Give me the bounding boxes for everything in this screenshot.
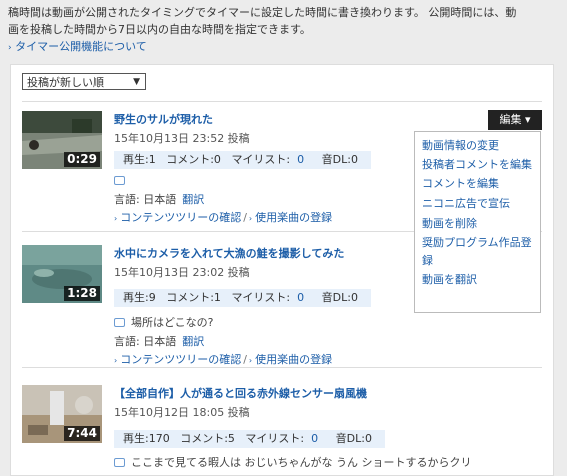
video-thumbnail[interactable]: 0:29 xyxy=(22,111,102,169)
menu-item-edit-info[interactable]: 動画情報の変更 xyxy=(422,136,535,156)
divider xyxy=(22,101,542,102)
language-label: 言語: 日本語 xyxy=(114,335,177,348)
download-count: 音DL:0 xyxy=(321,153,358,166)
slash-separator: / xyxy=(243,353,247,366)
download-count: 音DL:0 xyxy=(321,291,358,304)
translate-link[interactable]: 翻訳 xyxy=(182,335,204,348)
language-row: 言語: 日本語 翻訳 xyxy=(114,191,204,207)
video-thumbnail[interactable]: 1:28 xyxy=(22,245,102,303)
language-label: 言語: 日本語 xyxy=(114,193,177,206)
comment-icon xyxy=(114,317,125,327)
view-count: 再生:1 xyxy=(123,153,156,166)
menu-item-edit-comments[interactable]: コメントを編集 xyxy=(422,174,535,194)
post-date: 15年10月13日 23:52 投稿 xyxy=(114,132,250,145)
menu-item-translate-video[interactable]: 動画を翻訳 xyxy=(422,270,535,290)
video-title-link[interactable]: 【全部自作】人が通ると回る赤外線センサー扇風機 xyxy=(114,385,367,401)
comment-icon xyxy=(114,457,125,467)
mylist-count[interactable]: 0 xyxy=(297,153,304,166)
comment-count: コメント:5 xyxy=(180,432,235,445)
timer-notice: 稿時間は動画が公開されたタイミングでタイマーに設定した時間に書き換わります。 公… xyxy=(8,4,558,57)
post-date: 15年10月13日 23:02 投稿 xyxy=(114,266,250,279)
edit-button[interactable]: 編集 ▾ xyxy=(488,110,542,130)
chevron-right-icon: › xyxy=(8,43,12,53)
comment-count: コメント:0 xyxy=(166,153,221,166)
mylist-count[interactable]: 0 xyxy=(311,432,318,445)
sort-select[interactable]: 投稿が新しい順 ▼ xyxy=(22,73,146,90)
latest-comment: ここまで見てる暇人は おじいちゃんがな うん ショートするからクリ xyxy=(114,454,472,470)
edit-menu: 動画情報の変更 投稿者コメントを編集 コメントを編集 ニコニ広告で宣伝 動画を削… xyxy=(414,131,541,313)
latest-comment: 場所はどこなの? xyxy=(114,314,214,330)
mylist-label: マイリスト: xyxy=(231,153,291,166)
duration-badge: 1:28 xyxy=(64,286,100,301)
video-stats: 再生:9 コメント:1 マイリスト: 0 音DL:0 xyxy=(114,289,371,307)
latest-comment xyxy=(114,174,131,187)
comment-count: コメント:1 xyxy=(166,291,221,304)
mylist-count[interactable]: 0 xyxy=(297,291,304,304)
translate-link[interactable]: 翻訳 xyxy=(182,193,204,206)
content-links: › コンテンツツリーの確認 / › 使用楽曲の登録 xyxy=(114,351,332,367)
view-count: 再生:170 xyxy=(123,432,170,445)
sort-selected-value: 投稿が新しい順 xyxy=(27,76,104,89)
chevron-right-icon: › xyxy=(248,356,253,365)
video-title-link[interactable]: 水中にカメラを入れて大漁の鮭を撮影してみた xyxy=(114,245,344,261)
notice-line-2: 画を投稿した時間から7日以内の自由な時間を指定できます。 xyxy=(8,23,311,36)
mylist-label: マイリスト: xyxy=(231,291,291,304)
content-tree-link[interactable]: コンテンツツリーの確認 xyxy=(120,211,241,224)
content-tree-link[interactable]: コンテンツツリーの確認 xyxy=(120,353,241,366)
menu-item-reward-program[interactable]: 奨励プログラム作品登録 xyxy=(422,234,535,270)
edit-button-label: 編集 xyxy=(499,113,522,126)
language-row: 言語: 日本語 翻訳 xyxy=(114,333,204,349)
menu-item-promote-ad[interactable]: ニコニ広告で宣伝 xyxy=(422,194,535,214)
video-thumbnail[interactable]: 7:44 xyxy=(22,385,102,443)
latest-comment-text: ここまで見てる暇人は おじいちゃんがな うん ショートするからクリ xyxy=(131,456,472,469)
post-date: 15年10月12日 18:05 投稿 xyxy=(114,406,250,419)
dropdown-arrow-icon: ▼ xyxy=(133,77,140,87)
chevron-right-icon: › xyxy=(114,356,118,365)
music-register-link[interactable]: 使用楽曲の登録 xyxy=(255,353,332,366)
menu-item-edit-owner-comment[interactable]: 投稿者コメントを編集 xyxy=(422,156,535,174)
music-register-link[interactable]: 使用楽曲の登録 xyxy=(255,211,332,224)
comment-icon xyxy=(114,175,125,185)
video-stats: 再生:170 コメント:5 マイリスト: 0 音DL:0 xyxy=(114,430,385,448)
divider xyxy=(22,367,542,368)
video-title-link[interactable]: 野生のサルが現れた xyxy=(114,111,213,127)
timer-info-link[interactable]: タイマー公開機能について xyxy=(15,40,147,53)
caret-down-icon: ▾ xyxy=(524,113,531,126)
menu-item-delete-video[interactable]: 動画を削除 xyxy=(422,214,535,234)
video-stats: 再生:1 コメント:0 マイリスト: 0 音DL:0 xyxy=(114,151,371,169)
view-count: 再生:9 xyxy=(123,291,156,304)
slash-separator: / xyxy=(243,211,247,224)
notice-line-1: 稿時間は動画が公開されたタイミングでタイマーに設定した時間に書き換わります。 公… xyxy=(8,6,517,19)
chevron-right-icon: › xyxy=(114,214,118,223)
content-links: › コンテンツツリーの確認 / › 使用楽曲の登録 xyxy=(114,209,332,225)
latest-comment-text: 場所はどこなの? xyxy=(131,316,214,329)
duration-badge: 7:44 xyxy=(64,426,100,441)
chevron-right-icon: › xyxy=(248,214,253,223)
download-count: 音DL:0 xyxy=(335,432,372,445)
mylist-label: マイリスト: xyxy=(245,432,305,445)
duration-badge: 0:29 xyxy=(64,152,100,167)
